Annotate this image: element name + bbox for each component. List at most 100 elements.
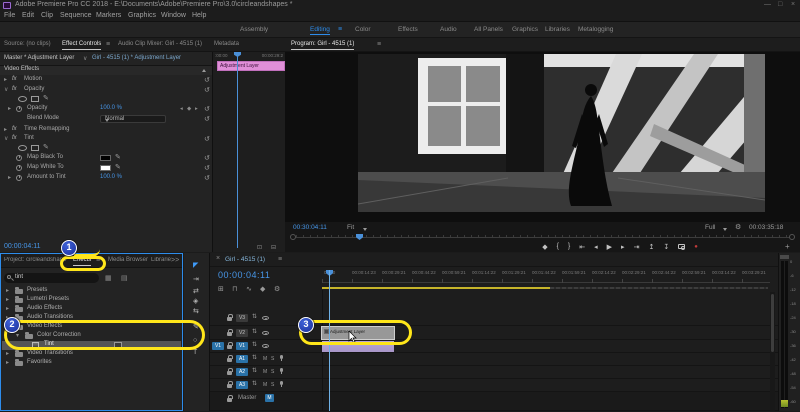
sync-lock-icon[interactable]: ⇅	[252, 380, 257, 387]
effect-row-tint-group[interactable]: ∨ fx Tint	[0, 135, 212, 144]
eyedropper-icon[interactable]: ✎	[115, 163, 121, 171]
track-lock-icon[interactable]	[227, 384, 232, 388]
next-keyframe-icon[interactable]: ▸	[195, 106, 198, 112]
twirl-icon[interactable]: ▸	[4, 76, 7, 83]
menu-help[interactable]: Help	[192, 12, 206, 19]
twirl-icon[interactable]: ▸	[8, 105, 11, 112]
menu-clip[interactable]: Clip	[41, 12, 53, 19]
track-a3-row[interactable]	[210, 379, 778, 392]
record-dot-icon[interactable]: ●	[694, 244, 698, 250]
twirl-icon[interactable]: ▸	[8, 174, 11, 181]
effect-row-amount-to-tint[interactable]: ▸ Amount to Tint 100.0 %	[0, 174, 212, 183]
timeline-vertical-scrollbar[interactable]	[770, 292, 775, 411]
pen-mask-icon[interactable]: ✎	[43, 94, 49, 102]
add-keyframe-icon[interactable]: ◆	[187, 106, 191, 112]
tree-item-lumetri-presets[interactable]: ▸ Lumetri Presets	[2, 296, 181, 305]
track-output-eye-icon[interactable]	[262, 331, 269, 335]
accelerated-effects-filter-icon[interactable]: ▦	[105, 274, 112, 282]
effect-row-map-white[interactable]: Map White To ✎	[0, 164, 212, 173]
reset-icon[interactable]: ↺	[204, 76, 210, 84]
track-target-v1[interactable]: V1	[236, 342, 248, 350]
track-lock-icon[interactable]	[227, 358, 232, 362]
tree-item-presets[interactable]: ▸ Presets	[2, 287, 181, 296]
workspace-menu-icon[interactable]: ≡	[338, 26, 342, 33]
effect-controls-mini-timeline[interactable]: :00:00 00:00:29:2 Adjustment Layer	[212, 52, 285, 252]
menu-file[interactable]: File	[4, 12, 15, 19]
type-tool[interactable]: T	[193, 349, 197, 356]
reset-icon[interactable]: ↺	[204, 115, 210, 123]
track-v1-row[interactable]	[210, 340, 778, 353]
workspace-tab-editing[interactable]: Editing	[310, 26, 330, 35]
playback-options-icon[interactable]: ⊟	[271, 244, 276, 251]
tree-item-audio-effects[interactable]: ▸ Audio Effects	[2, 305, 181, 314]
stopwatch-icon[interactable]	[16, 165, 22, 171]
panel-menu-icon[interactable]: ≡	[106, 41, 110, 48]
close-button[interactable]: ×	[791, 1, 795, 8]
track-lock-icon[interactable]	[227, 398, 232, 402]
workspace-tab-effects[interactable]: Effects	[398, 26, 418, 33]
reset-icon[interactable]: ↺	[204, 164, 210, 172]
mini-playhead-grip[interactable]	[234, 52, 241, 57]
workspace-tab-audio[interactable]: Audio	[440, 26, 457, 33]
panel-menu-icon[interactable]: ≡	[278, 256, 282, 263]
add-marker-icon[interactable]: ◆	[542, 243, 547, 251]
source-patch-v1[interactable]: V1	[212, 342, 224, 350]
track-lock-icon[interactable]	[227, 317, 232, 321]
voiceover-mic-icon[interactable]	[280, 368, 283, 372]
extract-icon[interactable]: ↧	[663, 243, 669, 251]
program-monitor-tab[interactable]: Program: Girl - 4515 (1)	[291, 41, 354, 50]
razor-tool[interactable]: ◈	[193, 297, 198, 305]
zoom-level-select[interactable]: Fit	[347, 224, 354, 231]
twirl-icon[interactable]: ▸	[4, 126, 7, 133]
tab-source[interactable]: Source: (no clips)	[4, 41, 51, 47]
blend-mode-dropdown[interactable]: Normal	[100, 115, 166, 123]
sync-lock-icon[interactable]: ⇅	[252, 313, 257, 320]
reset-icon[interactable]: ↺	[204, 154, 210, 162]
mark-out-icon[interactable]: }	[568, 243, 570, 250]
effect-row-time-remapping[interactable]: ▸ fx Time Remapping	[0, 126, 212, 135]
track-v3-row[interactable]	[210, 290, 778, 326]
twirl-icon[interactable]: ▸	[6, 287, 9, 294]
twirl-icon[interactable]: ▸	[6, 296, 9, 303]
panel-menu-icon[interactable]: ≡	[377, 41, 381, 48]
scrubber-left-handle[interactable]	[290, 234, 296, 240]
sync-lock-icon[interactable]: ⇅	[252, 354, 257, 361]
menu-edit[interactable]: Edit	[22, 12, 34, 19]
ellipse-mask-icon[interactable]	[18, 96, 27, 102]
master-meter-toggle[interactable]: M	[265, 394, 274, 402]
track-lock-icon[interactable]	[227, 345, 232, 349]
step-forward-icon[interactable]: ▸	[621, 243, 625, 251]
mute-button[interactable]: M	[263, 382, 267, 388]
track-target-a2[interactable]: A2	[236, 368, 248, 376]
slip-tool[interactable]: ⇆	[193, 307, 199, 315]
collapse-caret-icon[interactable]	[202, 69, 206, 72]
sequence-clip-label[interactable]: Girl - 4515 (1) * Adjustment Layer	[92, 55, 181, 61]
track-target-a3[interactable]: A3	[236, 381, 248, 389]
stopwatch-icon[interactable]	[16, 106, 22, 112]
custom-bin-icon[interactable]: ▤	[121, 274, 128, 282]
prev-keyframe-icon[interactable]: ◂	[180, 106, 183, 112]
button-editor-plus[interactable]: +	[785, 242, 790, 251]
track-select-forward-tool[interactable]: ⇥	[193, 275, 199, 283]
tab-project[interactable]: Project: circleandshapes	[4, 257, 66, 263]
program-scrubber[interactable]	[290, 234, 795, 241]
reset-icon[interactable]: ↺	[204, 86, 210, 94]
effect-row-opacity-param[interactable]: ▸ Opacity 100.0 % ◂ ◆ ▸	[0, 105, 212, 114]
timeline-timecode[interactable]: 00:00:04:11	[218, 270, 270, 280]
track-output-eye-icon[interactable]	[262, 344, 269, 348]
ripple-edit-tool[interactable]: ⇄	[193, 287, 199, 295]
mark-in-icon[interactable]: {	[557, 243, 559, 250]
zoom-fit-icon[interactable]: ⊡	[257, 244, 262, 251]
menu-window[interactable]: Window	[161, 12, 186, 19]
lift-icon[interactable]: ↥	[648, 243, 654, 251]
workspace-tab-graphics[interactable]: Graphics	[512, 26, 538, 33]
workspace-tab-metalogging[interactable]: Metalogging	[578, 26, 613, 33]
workspace-tab-all-panels[interactable]: All Panels	[474, 26, 503, 33]
close-icon[interactable]: ×	[216, 255, 220, 262]
param-value[interactable]: 100.0 %	[100, 174, 122, 180]
ellipse-mask-icon[interactable]	[18, 145, 27, 151]
stopwatch-icon[interactable]	[16, 155, 22, 161]
track-target-v2[interactable]: V2	[236, 329, 248, 337]
selection-tool[interactable]: ◤	[193, 261, 198, 269]
tab-media-browser[interactable]: Media Browser	[108, 257, 148, 263]
